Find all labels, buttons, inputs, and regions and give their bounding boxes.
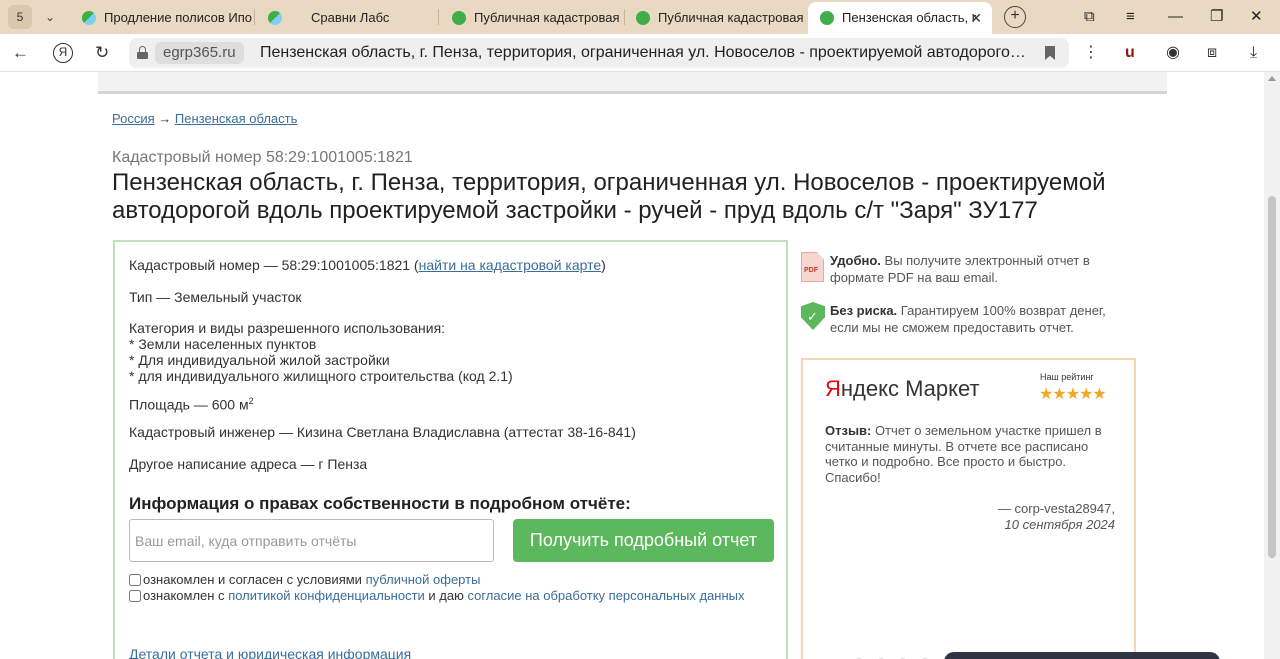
report-details-link[interactable]: Детали отчета и юридическая информация bbox=[129, 646, 411, 659]
yandex-icon[interactable]: Я bbox=[53, 43, 73, 63]
info-panel: Кадастровый номер — 58:29:1001005:1821 (… bbox=[113, 240, 788, 659]
rating-label: Наш рейтинг bbox=[1040, 372, 1094, 382]
bookmark-icon[interactable] bbox=[1045, 46, 1055, 60]
rights-heading: Информация о правах собственности в подр… bbox=[129, 494, 631, 513]
pdf-icon: PDF bbox=[801, 252, 824, 282]
check-circle-icon bbox=[636, 11, 650, 25]
review-card: Яндекс Маркет Наш рейтинг ★★★★★ Отзыв: О… bbox=[801, 358, 1136, 659]
page-content: Россия → Пензенская область Кадастровый … bbox=[0, 72, 1280, 659]
chat-widget[interactable] bbox=[944, 652, 1220, 659]
sravni-icon bbox=[82, 11, 96, 25]
sravni-icon bbox=[268, 11, 282, 25]
privacy-checkbox[interactable] bbox=[129, 590, 141, 602]
consent-text: ознакомлен с bbox=[143, 588, 229, 603]
area-line: Площадь — 600 м2 bbox=[129, 393, 254, 413]
cadastral-map-link[interactable]: найти на кадастровой карте bbox=[419, 257, 602, 273]
consent-text: ознакомлен и согласен с условиями bbox=[143, 572, 366, 587]
tab-label: Продление полисов Ипо bbox=[104, 10, 252, 25]
public-offer-link[interactable]: публичной оферты bbox=[366, 572, 481, 587]
page-title: Пензенская область, г. Пенза, территория… bbox=[112, 169, 1106, 224]
tab-label: Сравни Лабс bbox=[311, 10, 390, 25]
extension-icon[interactable]: u bbox=[1125, 43, 1135, 63]
url-field[interactable]: egrp365.ru Пензенская область, г. Пенза,… bbox=[129, 38, 1069, 68]
url-page-title: Пензенская область, г. Пенза, территория… bbox=[260, 44, 1030, 61]
close-tab-icon[interactable]: ✕ bbox=[970, 2, 982, 34]
category-item: * Для индивидуальной жилой застройки bbox=[129, 352, 390, 368]
tab-separator bbox=[254, 9, 255, 25]
tab-3[interactable]: Публичная кадастровая bbox=[440, 2, 622, 34]
chevron-down-icon[interactable]: ⌄ bbox=[38, 5, 62, 29]
review-carousel-dots[interactable] bbox=[854, 655, 942, 659]
benefit-title: Без риска. bbox=[830, 303, 898, 318]
new-tab-icon[interactable]: + bbox=[1004, 6, 1026, 28]
tab-label: Публичная кадастровая bbox=[658, 10, 804, 25]
more-options-icon[interactable]: ⋮ bbox=[1083, 43, 1099, 63]
tab-count-badge[interactable]: 5 bbox=[8, 5, 32, 29]
area-superscript: 2 bbox=[248, 396, 254, 406]
review-text: Отзыв: Отчет о земельном участке пришел … bbox=[825, 423, 1120, 485]
breadcrumb-separator: → bbox=[158, 111, 172, 126]
back-icon[interactable]: ← bbox=[12, 42, 29, 64]
get-report-button[interactable]: Получить подробный отчет bbox=[513, 519, 774, 562]
cadastral-number-text: Кадастровый номер — 58:29:1001005:1821 ( bbox=[129, 257, 419, 273]
site-header-strip bbox=[98, 72, 1167, 94]
tab-5-active[interactable]: Пензенская область, г ✕ bbox=[808, 2, 992, 34]
tab-separator bbox=[438, 9, 439, 25]
personal-data-consent-link[interactable]: согласие на обработку персональных данны… bbox=[467, 588, 744, 603]
consent-row-offer: ознакомлен и согласен с условиями публич… bbox=[129, 572, 480, 588]
cadastral-close-paren: ) bbox=[601, 257, 606, 273]
scroll-up-icon[interactable] bbox=[1268, 76, 1276, 81]
tab-label: Пензенская область, г bbox=[842, 10, 977, 25]
offer-checkbox[interactable] bbox=[129, 574, 141, 586]
lock-icon bbox=[137, 46, 148, 59]
menu-icon[interactable]: ≡ bbox=[1126, 7, 1135, 27]
tab-bar: 5 ⌄ Продление полисов Ипо Сравни Лабс Пу… bbox=[0, 0, 1280, 34]
yandex-market-logo: Яндекс Маркет bbox=[825, 376, 980, 401]
page-scrollbar[interactable] bbox=[1264, 72, 1280, 659]
download-icon[interactable]: ⤓ bbox=[1250, 43, 1257, 63]
tab-1[interactable]: Продление полисов Ипо bbox=[70, 2, 252, 34]
domain-chip[interactable]: egrp365.ru bbox=[155, 42, 244, 64]
consent-text: и даю bbox=[424, 588, 468, 603]
scrollbar-thumb[interactable] bbox=[1268, 196, 1276, 558]
tab-2[interactable]: Сравни Лабс bbox=[256, 2, 436, 34]
review-date: 10 сентября 2024 bbox=[1004, 517, 1115, 532]
privacy-policy-link[interactable]: политикой конфиденциальности bbox=[228, 588, 425, 603]
check-circle-icon bbox=[820, 11, 834, 25]
check-circle-icon bbox=[452, 11, 466, 25]
tab-4[interactable]: Публичная кадастровая bbox=[624, 2, 806, 34]
review-author: — corp-vesta28947, 10 сентября 2024 bbox=[998, 501, 1115, 533]
breadcrumb: Россия → Пензенская область bbox=[112, 111, 297, 126]
engineer-line: Кадастровый инженер — Кизина Светлана Вл… bbox=[129, 424, 636, 440]
category-header: Категория и виды разрешенного использова… bbox=[129, 320, 446, 336]
restore-icon[interactable]: ❐ bbox=[1210, 7, 1223, 27]
author-name: — corp-vesta28947, bbox=[997, 501, 1115, 516]
review-label: Отзыв: bbox=[825, 423, 872, 438]
breadcrumb-link-region[interactable]: Пензенская область bbox=[175, 111, 297, 126]
reload-icon[interactable]: ↻ bbox=[95, 42, 109, 64]
rating-stars: ★★★★★ bbox=[1039, 386, 1107, 403]
type-line: Тип — Земельный участок bbox=[129, 289, 302, 305]
collections-icon[interactable]: ⧉ bbox=[1084, 7, 1095, 27]
breadcrumb-link-russia[interactable]: Россия bbox=[112, 111, 155, 126]
shield-check-icon: ✓ bbox=[801, 302, 825, 330]
alice-icon[interactable]: ◉ bbox=[1166, 43, 1180, 63]
benefit-title: Удобно. bbox=[830, 253, 881, 268]
tab-label: Публичная кадастровая bbox=[474, 10, 620, 25]
consent-row-privacy: ознакомлен с политикой конфиденциальност… bbox=[129, 588, 744, 604]
category-item: * Земли населенных пунктов bbox=[129, 336, 317, 352]
cadastral-subtitle: Кадастровый номер 58:29:1001005:1821 bbox=[112, 149, 413, 166]
address-bar: ← Я ↻ egrp365.ru Пензенская область, г. … bbox=[0, 34, 1280, 72]
area-text: Площадь — 600 м bbox=[129, 396, 249, 413]
cadastral-number-line: Кадастровый номер — 58:29:1001005:1821 (… bbox=[129, 257, 606, 273]
alt-address-line: Другое написание адреса — г Пенза bbox=[129, 456, 368, 472]
category-item: * для индивидуального жилищного строител… bbox=[129, 368, 513, 384]
email-input[interactable] bbox=[129, 519, 494, 562]
close-window-icon[interactable]: ✕ bbox=[1250, 7, 1263, 27]
extensions-icon[interactable]: ⧈ bbox=[1207, 43, 1217, 63]
minimize-icon[interactable]: — bbox=[1168, 7, 1183, 27]
